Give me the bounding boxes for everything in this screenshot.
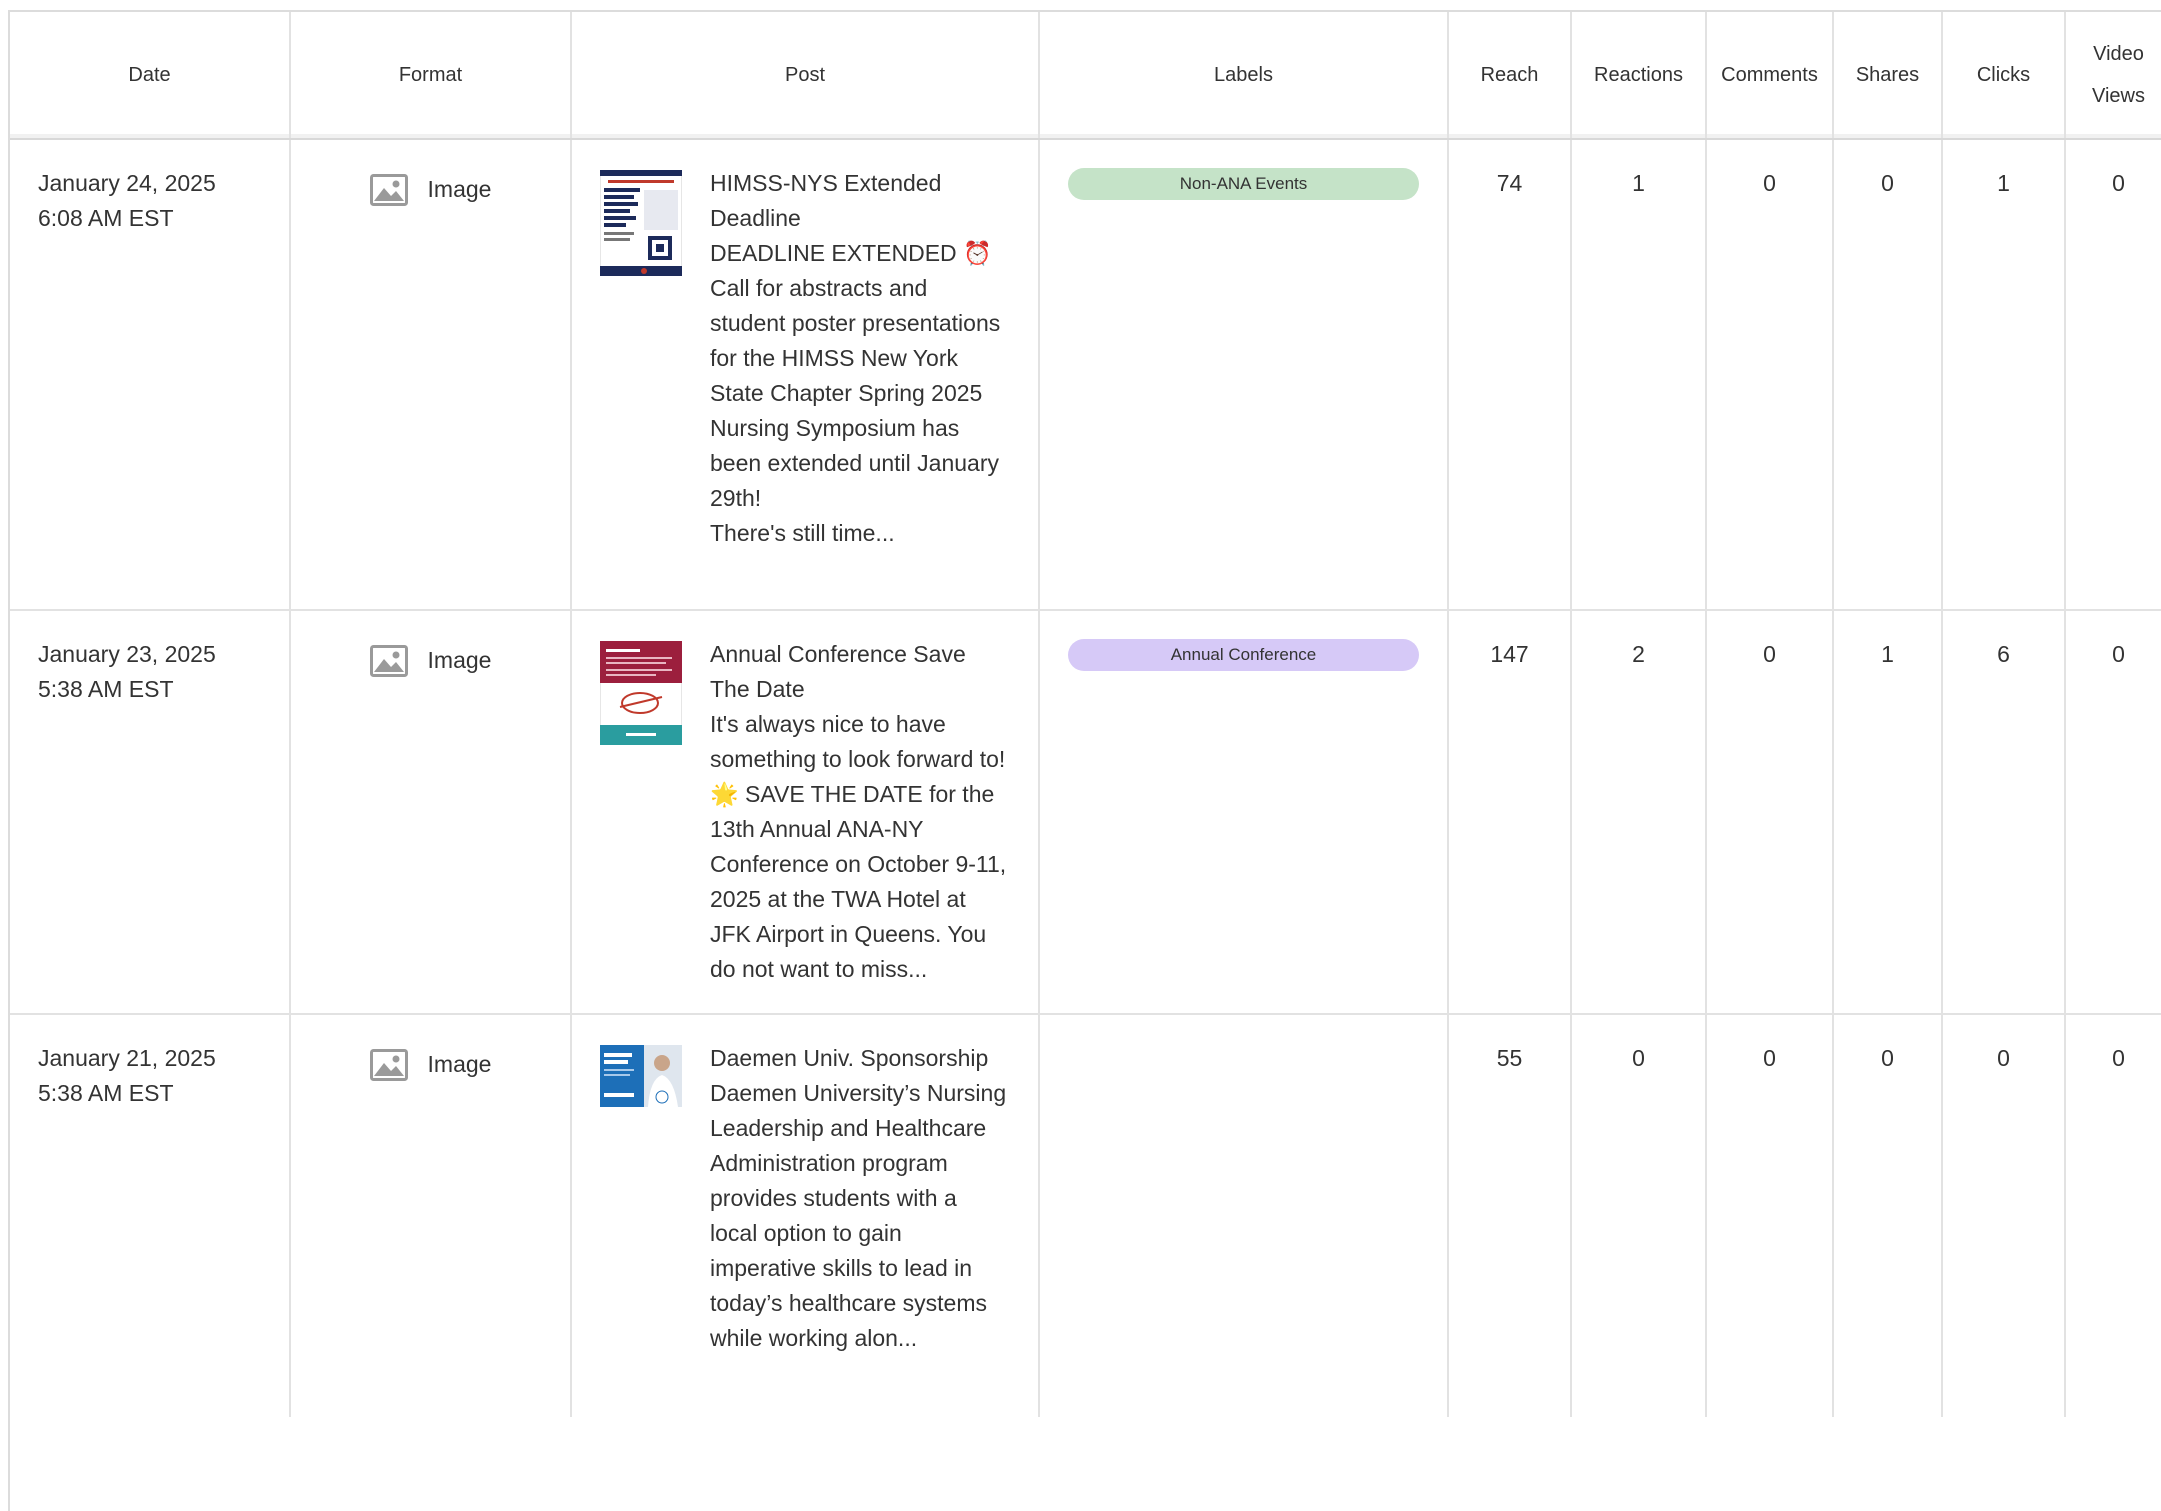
- clicks-cell: 6: [1942, 610, 2066, 1015]
- post-date: January 24, 2025: [38, 170, 216, 196]
- post-time: 5:38 AM EST: [38, 1080, 174, 1106]
- image-icon: [369, 1048, 408, 1081]
- shares-cell: 1: [1833, 610, 1943, 1015]
- comments-cell: 0: [1706, 139, 1834, 611]
- column-header-video-views[interactable]: Video Views: [2065, 12, 2161, 140]
- post-time: 6:08 AM EST: [38, 205, 174, 231]
- labels-cell: [1039, 1014, 1449, 1417]
- column-header-format[interactable]: Format: [290, 12, 572, 140]
- shares-cell: 0: [1833, 1014, 1943, 1417]
- post-flyer-thumbnail[interactable]: [600, 170, 682, 276]
- post-date: January 21, 2025: [38, 1045, 216, 1071]
- video-views-cell: 0: [2065, 139, 2161, 611]
- post-cell[interactable]: Annual Conference Save The Date It's alw…: [571, 610, 1040, 1015]
- post-cell[interactable]: HIMSS-NYS Extended Deadline DEADLINE EXT…: [571, 139, 1040, 611]
- column-header-comments[interactable]: Comments: [1706, 12, 1834, 140]
- shares-cell: 0: [1833, 139, 1943, 611]
- image-icon: [369, 644, 408, 677]
- format-label: Image: [427, 647, 492, 673]
- post-cell[interactable]: Daemen Univ. Sponsorship Daemen Universi…: [571, 1014, 1040, 1417]
- date-cell: January 21, 2025 5:38 AM EST: [10, 1014, 291, 1417]
- post-time: 5:38 AM EST: [38, 676, 174, 702]
- table-row[interactable]: January 21, 2025 5:38 AM EST Image Daeme…: [10, 1014, 2161, 1417]
- reactions-cell: 1: [1571, 139, 1707, 611]
- clicks-cell: 1: [1942, 139, 2066, 611]
- label-badge[interactable]: Annual Conference: [1068, 639, 1419, 671]
- format-cell: Image: [290, 1014, 572, 1417]
- posts-table-container: Date Format Post Labels Reach Reactions …: [8, 10, 2161, 1511]
- image-icon: [369, 173, 408, 206]
- clicks-cell: 0: [1942, 1014, 2066, 1417]
- column-header-labels[interactable]: Labels: [1039, 12, 1449, 140]
- post-text: HIMSS-NYS Extended Deadline DEADLINE EXT…: [710, 170, 1001, 546]
- format-cell: Image: [290, 610, 572, 1015]
- reactions-cell: 2: [1571, 610, 1707, 1015]
- reach-cell: 55: [1448, 1014, 1572, 1417]
- labels-cell: Non-ANA Events: [1039, 139, 1449, 611]
- labels-cell: Annual Conference: [1039, 610, 1449, 1015]
- column-header-date[interactable]: Date: [10, 12, 291, 140]
- format-label: Image: [427, 176, 492, 202]
- label-badge[interactable]: Non-ANA Events: [1068, 168, 1419, 200]
- daemen-thumbnail[interactable]: [600, 1045, 682, 1107]
- reach-cell: 74: [1448, 139, 1572, 611]
- reactions-cell: 0: [1571, 1014, 1707, 1417]
- format-cell: Image: [290, 139, 572, 611]
- column-header-reactions[interactable]: Reactions: [1571, 12, 1707, 140]
- column-header-post[interactable]: Post: [571, 12, 1040, 140]
- save-the-date-thumbnail[interactable]: [600, 641, 682, 745]
- comments-cell: 0: [1706, 610, 1834, 1015]
- posts-table: Date Format Post Labels Reach Reactions …: [10, 12, 2161, 1417]
- video-views-cell: 0: [2065, 1014, 2161, 1417]
- table-row[interactable]: January 23, 2025 5:38 AM EST Image Annua…: [10, 610, 2161, 1015]
- post-text: Annual Conference Save The Date It's alw…: [710, 641, 1007, 982]
- video-views-cell: 0: [2065, 610, 2161, 1015]
- date-cell: January 24, 2025 6:08 AM EST: [10, 139, 291, 611]
- column-header-clicks[interactable]: Clicks: [1942, 12, 2066, 140]
- table-header-row: Date Format Post Labels Reach Reactions …: [10, 12, 2161, 140]
- column-header-shares[interactable]: Shares: [1833, 12, 1943, 140]
- post-date: January 23, 2025: [38, 641, 216, 667]
- table-row[interactable]: January 24, 2025 6:08 AM EST Image HIMSS…: [10, 139, 2161, 611]
- format-label: Image: [427, 1051, 492, 1077]
- date-cell: January 23, 2025 5:38 AM EST: [10, 610, 291, 1015]
- post-text: Daemen Univ. Sponsorship Daemen Universi…: [710, 1045, 1007, 1351]
- reach-cell: 147: [1448, 610, 1572, 1015]
- column-header-reach[interactable]: Reach: [1448, 12, 1572, 140]
- comments-cell: 0: [1706, 1014, 1834, 1417]
